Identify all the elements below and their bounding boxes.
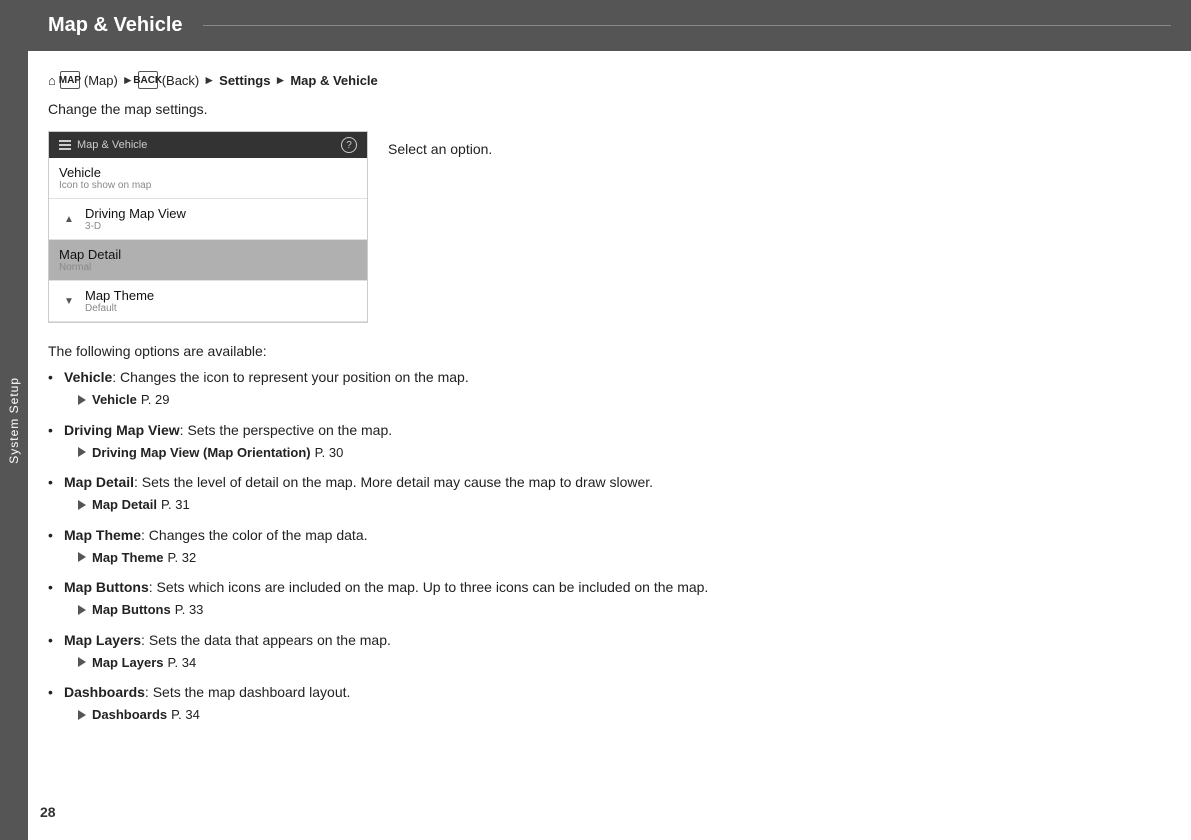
ref-arrow-icon: [78, 605, 86, 615]
sub-ref: Dashboards P. 34: [64, 705, 1151, 725]
ref-arrow-icon: [78, 552, 86, 562]
breadcrumb-map-label: (Map): [84, 73, 118, 88]
options-list: Vehicle: Changes the icon to represent y…: [48, 367, 1151, 725]
list-item: Dashboards: Sets the map dashboard layou…: [48, 682, 1151, 725]
sub-ref: Vehicle P. 29: [64, 390, 1151, 410]
list-item: Driving Map View: Sets the perspective o…: [48, 420, 1151, 463]
list-item: Map Layers: Sets the data that appears o…: [48, 630, 1151, 673]
breadcrumb-arrow-3: ►: [274, 73, 286, 87]
back-icon-box: BACK: [138, 71, 158, 89]
screen-header-left: Map & Vehicle: [59, 139, 147, 151]
options-intro: The following options are available:: [48, 343, 1151, 359]
ref-arrow-icon: [78, 657, 86, 667]
breadcrumb-settings: Settings: [219, 73, 270, 88]
menu-item-driving-map-view[interactable]: ▲ Driving Map View 3-D: [49, 199, 367, 240]
sub-ref: Map Layers P. 34: [64, 653, 1151, 673]
screen-header: Map & Vehicle ?: [49, 132, 367, 158]
page-number: 28: [40, 804, 56, 820]
screen-title: Map & Vehicle: [77, 139, 147, 151]
sidebar-label: System Setup: [7, 377, 21, 464]
header-divider: [203, 25, 1172, 26]
page-title: Map & Vehicle: [48, 14, 183, 37]
hamburger-icon: [59, 140, 71, 150]
screen-mockup: Map & Vehicle ? Vehicle Icon to show on …: [48, 131, 368, 323]
menu-item-map-detail[interactable]: Map Detail Normal: [49, 240, 367, 281]
sub-ref: Map Detail P. 31: [64, 495, 1151, 515]
select-option-text: Select an option.: [388, 131, 492, 157]
sub-ref: Map Buttons P. 33: [64, 600, 1151, 620]
scroll-up-indicator: ▲: [59, 214, 79, 225]
map-icon-label: MAP: [59, 75, 81, 86]
breadcrumb-current: Map & Vehicle: [290, 73, 377, 88]
map-icon-box: MAP: [60, 71, 80, 89]
list-item: Map Detail: Sets the level of detail on …: [48, 472, 1151, 515]
content-row: Map & Vehicle ? Vehicle Icon to show on …: [48, 131, 1151, 323]
main-content: Map & Vehicle ⌂ MAP (Map) ► BACK (Back) …: [28, 0, 1191, 840]
page-header: Map & Vehicle: [28, 0, 1191, 51]
breadcrumb: ⌂ MAP (Map) ► BACK (Back) ► Settings ► M…: [48, 71, 1151, 89]
list-item: Map Buttons: Sets which icons are includ…: [48, 577, 1151, 620]
scroll-down-indicator: ▼: [59, 296, 79, 307]
breadcrumb-arrow-2: ►: [203, 73, 215, 87]
sub-ref: Map Theme P. 32: [64, 548, 1151, 568]
breadcrumb-arrow-1: ►: [122, 73, 134, 87]
breadcrumb-back-label: (Back): [162, 73, 200, 88]
ref-arrow-icon: [78, 447, 86, 457]
list-item: Map Theme: Changes the color of the map …: [48, 525, 1151, 568]
menu-item-map-theme[interactable]: ▼ Map Theme Default: [49, 281, 367, 322]
intro-text: Change the map settings.: [48, 101, 1151, 117]
ref-arrow-icon: [78, 500, 86, 510]
sidebar: System Setup: [0, 0, 28, 840]
back-icon-label: BACK: [133, 75, 162, 86]
sub-ref: Driving Map View (Map Orientation) P. 30: [64, 443, 1151, 463]
help-icon[interactable]: ?: [341, 137, 357, 153]
ref-arrow-icon: [78, 710, 86, 720]
ref-arrow-icon: [78, 395, 86, 405]
home-icon: ⌂: [48, 73, 56, 88]
list-item: Vehicle: Changes the icon to represent y…: [48, 367, 1151, 410]
page-content: ⌂ MAP (Map) ► BACK (Back) ► Settings ► M…: [28, 51, 1191, 755]
menu-item-vehicle[interactable]: Vehicle Icon to show on map: [49, 158, 367, 199]
